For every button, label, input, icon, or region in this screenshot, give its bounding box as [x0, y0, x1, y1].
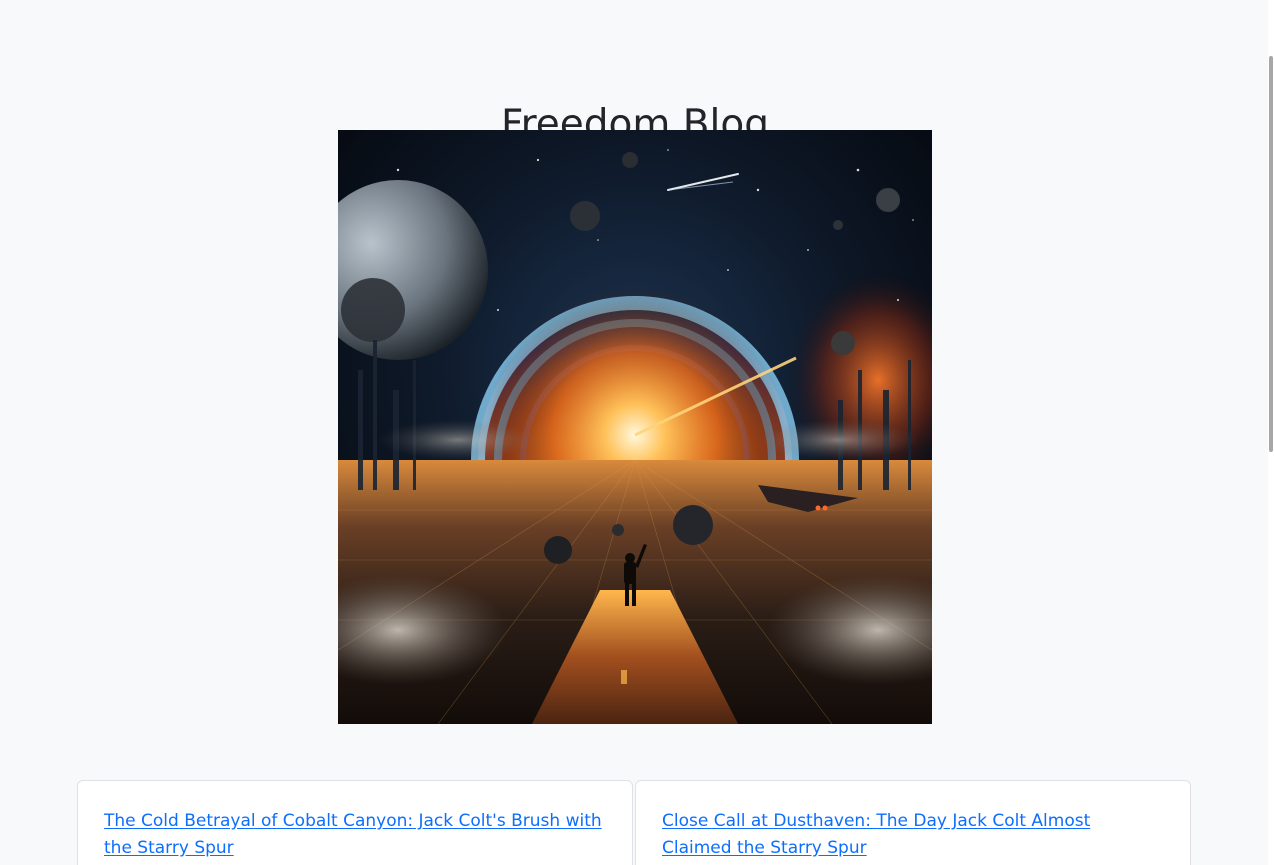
scrollbar-thumb[interactable]: [1269, 56, 1273, 452]
post-card: The Cold Betrayal of Cobalt Canyon: Jack…: [77, 780, 633, 865]
post-title-link[interactable]: Close Call at Dusthaven: The Day Jack Co…: [662, 808, 1164, 862]
vertical-scrollbar[interactable]: [1268, 0, 1274, 865]
post-card: Close Call at Dusthaven: The Day Jack Co…: [635, 780, 1191, 865]
blog-page: Freedom Blog The Cold Betrayal of Cobalt…: [0, 0, 1274, 865]
post-title-link[interactable]: The Cold Betrayal of Cobalt Canyon: Jack…: [104, 808, 606, 862]
hero-image: [338, 130, 932, 724]
post-list: The Cold Betrayal of Cobalt Canyon: Jack…: [77, 780, 1193, 865]
